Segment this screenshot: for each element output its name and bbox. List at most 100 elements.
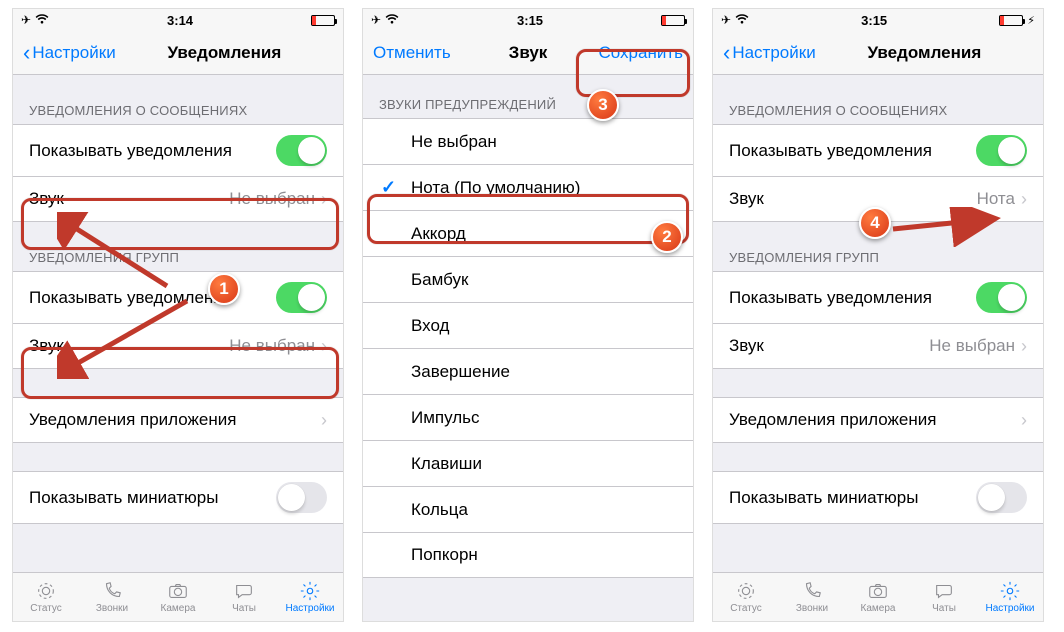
chevron-right-icon: › — [1021, 410, 1027, 431]
sound-label: Нота (По умолчанию) — [411, 178, 580, 198]
row-show-thumbnails[interactable]: Показывать миниатюры — [13, 471, 343, 524]
tab-label: Статус — [730, 603, 762, 614]
wifi-icon — [385, 13, 399, 27]
phone-screen-2: ✈︎ 3:15 Отменить Звук Сохранить ЗВУКИ ПР… — [362, 8, 694, 622]
row-label: Показывать уведомления — [729, 288, 932, 308]
airplane-icon: ✈︎ — [371, 13, 381, 27]
chevron-right-icon: › — [1021, 336, 1027, 357]
wifi-icon — [735, 13, 749, 27]
tab-status[interactable]: Статус — [713, 573, 779, 621]
row-label: Звук — [29, 189, 64, 209]
status-time: 3:14 — [167, 13, 193, 28]
row-value: Нота — [977, 189, 1015, 209]
phone-screen-1: ✈︎ 3:14 ‹ Настройки Уведомления УВЕДОМЛЕ… — [12, 8, 344, 622]
tab-chats[interactable]: Чаты — [211, 573, 277, 621]
row-show-notifications-group[interactable]: Показывать уведомления — [13, 271, 343, 323]
row-sound-messages[interactable]: Звук Не выбран › — [13, 176, 343, 222]
row-sound-groups[interactable]: Звук Не выбран› — [713, 323, 1043, 369]
tab-label: Настройки — [285, 603, 334, 614]
tab-camera[interactable]: Камера — [845, 573, 911, 621]
cancel-button[interactable]: Отменить — [373, 43, 451, 63]
phone-screen-3: ✈︎ 3:15 ⚡︎ ‹ Настройки Уведомления УВЕДО… — [712, 8, 1044, 622]
tab-label: Звонки — [96, 603, 128, 614]
nav-bar: ‹ Настройки Уведомления — [13, 31, 343, 75]
sound-option[interactable]: Вход — [363, 302, 693, 348]
tab-label: Камера — [161, 603, 196, 614]
row-label: Показывать уведомления — [29, 288, 232, 308]
sound-option[interactable]: Аккорд — [363, 210, 693, 256]
tab-label: Чаты — [232, 603, 256, 614]
row-show-notifications[interactable]: Показывать уведомления — [713, 124, 1043, 176]
row-app-notifications[interactable]: Уведомления приложения › — [713, 397, 1043, 443]
tab-calls[interactable]: Звонки — [79, 573, 145, 621]
row-label: Уведомления приложения — [29, 410, 236, 430]
row-app-notifications[interactable]: Уведомления приложения › — [13, 397, 343, 443]
sound-option[interactable]: Кольца — [363, 486, 693, 532]
switch-show-notifications-group[interactable] — [276, 282, 327, 313]
back-label: Настройки — [32, 43, 115, 63]
section-header-messages: УВЕДОМЛЕНИЯ О СООБЩЕНИЯХ — [713, 103, 1043, 124]
back-button[interactable]: ‹ Настройки — [23, 42, 116, 64]
tab-camera[interactable]: Камера — [145, 573, 211, 621]
section-header-sounds: ЗВУКИ ПРЕДУПРЕЖДЕНИЙ — [363, 97, 693, 118]
chevron-left-icon: ‹ — [23, 42, 30, 64]
row-show-notifications[interactable]: Показывать уведомления — [13, 124, 343, 176]
back-button[interactable]: ‹ Настройки — [723, 42, 816, 64]
tab-label: Настройки — [985, 603, 1034, 614]
row-label: Показывать миниатюры — [29, 488, 218, 508]
sound-option[interactable]: Попкорн — [363, 532, 693, 578]
sound-label: Вход — [411, 316, 449, 336]
chevron-right-icon: › — [1021, 189, 1027, 210]
airplane-icon: ✈︎ — [21, 13, 31, 27]
content: УВЕДОМЛЕНИЯ О СООБЩЕНИЯХ Показывать увед… — [713, 75, 1043, 572]
wifi-icon — [35, 13, 49, 27]
tab-settings[interactable]: Настройки — [277, 573, 343, 621]
status-bar: ✈︎ 3:15 ⚡︎ — [713, 9, 1043, 31]
sound-label: Кольца — [411, 500, 468, 520]
charging-icon: ⚡︎ — [1027, 14, 1035, 27]
row-sound-messages[interactable]: Звук Нота › — [713, 176, 1043, 222]
row-value: Не выбран — [229, 336, 315, 356]
sound-option[interactable]: Импульс — [363, 394, 693, 440]
row-show-notifications-group[interactable]: Показывать уведомления — [713, 271, 1043, 323]
switch-show-thumbnails[interactable] — [276, 482, 327, 513]
sound-label: Попкорн — [411, 545, 478, 565]
tab-label: Чаты — [932, 603, 956, 614]
switch-show-notifications[interactable] — [276, 135, 327, 166]
row-value: Не выбран — [229, 189, 315, 209]
tab-label: Камера — [861, 603, 896, 614]
sound-label: Не выбран — [411, 132, 497, 152]
tab-status[interactable]: Статус — [13, 573, 79, 621]
chevron-right-icon: › — [321, 189, 327, 210]
sound-option[interactable]: Клавиши — [363, 440, 693, 486]
row-show-thumbnails[interactable]: Показывать миниатюры — [713, 471, 1043, 524]
sound-option-selected[interactable]: Нота (По умолчанию) — [363, 164, 693, 210]
nav-title: Уведомления — [867, 43, 981, 63]
sound-option[interactable]: Не выбран — [363, 118, 693, 164]
switch-show-notifications-group[interactable] — [976, 282, 1027, 313]
tab-calls[interactable]: Звонки — [779, 573, 845, 621]
tab-settings[interactable]: Настройки — [977, 573, 1043, 621]
row-label: Уведомления приложения — [729, 410, 936, 430]
status-time: 3:15 — [517, 13, 543, 28]
chevron-right-icon: › — [321, 336, 327, 357]
sound-option[interactable]: Бамбук — [363, 256, 693, 302]
row-label: Звук — [729, 336, 764, 356]
row-label: Показывать уведомления — [29, 141, 232, 161]
tab-chats[interactable]: Чаты — [911, 573, 977, 621]
switch-show-notifications[interactable] — [976, 135, 1027, 166]
sound-label: Аккорд — [411, 224, 466, 244]
switch-show-thumbnails[interactable] — [976, 482, 1027, 513]
tab-label: Статус — [30, 603, 62, 614]
row-label: Звук — [729, 189, 764, 209]
tab-bar: Статус Звонки Камера Чаты Настройки — [13, 572, 343, 621]
sound-option[interactable]: Завершение — [363, 348, 693, 394]
row-label: Показывать миниатюры — [729, 488, 918, 508]
tab-label: Звонки — [796, 603, 828, 614]
status-bar: ✈︎ 3:15 — [363, 9, 693, 31]
status-time: 3:15 — [861, 13, 887, 28]
save-button[interactable]: Сохранить — [599, 43, 683, 63]
section-header-messages: УВЕДОМЛЕНИЯ О СООБЩЕНИЯХ — [13, 103, 343, 124]
row-sound-groups[interactable]: Звук Не выбран › — [13, 323, 343, 369]
row-label: Звук — [29, 336, 64, 356]
